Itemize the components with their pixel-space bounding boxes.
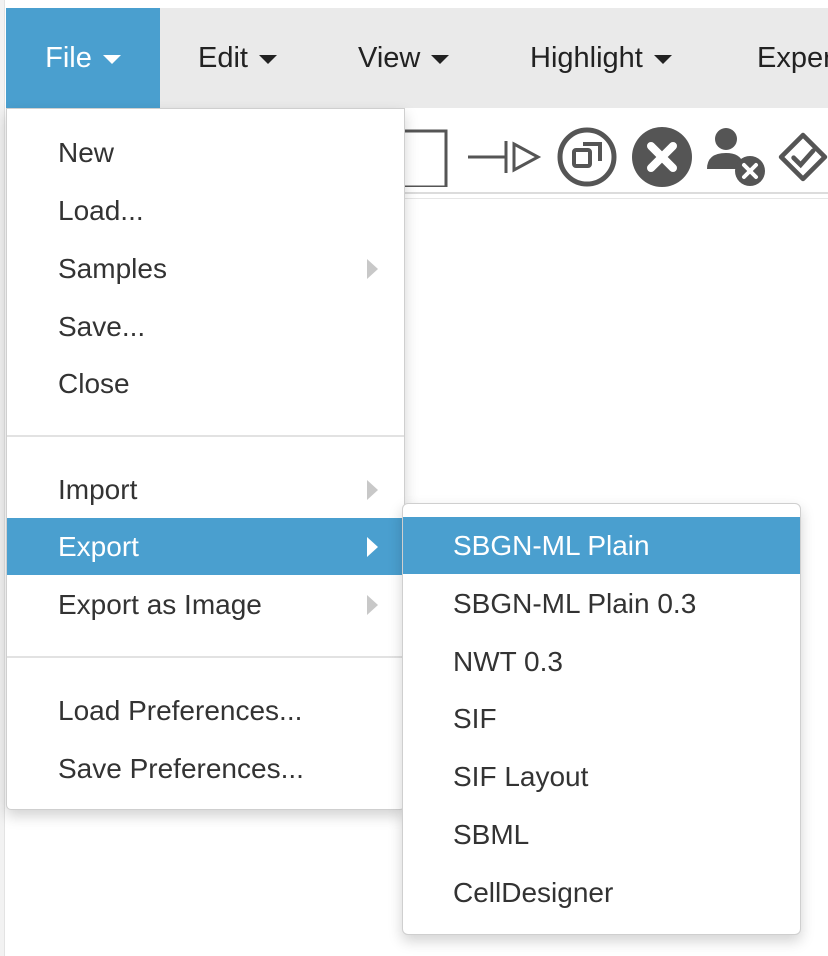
toolbar-border-secondary <box>400 198 828 199</box>
submenu-item-label: SIF Layout <box>453 760 589 792</box>
submenu-item-sif[interactable]: SIF <box>403 690 800 747</box>
submenu-arrow-icon <box>367 594 378 615</box>
file-menu-dropdown: New Load... Samples Save... Close Import… <box>6 108 405 810</box>
toolbar-border <box>400 192 828 194</box>
menu-highlight-label: Highlight <box>530 41 643 74</box>
menu-item-load-preferences[interactable]: Load Preferences... <box>7 682 404 739</box>
menu-item-label: Close <box>58 367 130 399</box>
menu-highlight[interactable]: Highlight <box>530 8 672 108</box>
menu-divider <box>7 435 404 437</box>
menu-item-label: Save... <box>58 310 146 342</box>
menu-divider <box>7 656 404 658</box>
caret-down-icon <box>653 55 672 64</box>
menu-item-label: Samples <box>58 252 167 284</box>
menu-file[interactable]: File <box>6 8 160 108</box>
submenu-item-celldesigner[interactable]: CellDesigner <box>403 864 800 921</box>
menu-item-label: Export as Image <box>58 588 262 620</box>
submenu-item-sif-layout[interactable]: SIF Layout <box>403 748 800 805</box>
inhibition-arrow-icon[interactable] <box>464 118 542 196</box>
menu-file-label: File <box>45 41 92 74</box>
submenu-arrow-icon <box>367 258 378 279</box>
submenu-item-nwt-03[interactable]: NWT 0.3 <box>403 633 800 690</box>
submenu-item-label: SIF <box>453 702 497 734</box>
menu-item-label: Save Preferences... <box>58 752 304 784</box>
validate-icon[interactable] <box>778 118 828 196</box>
menu-item-import[interactable]: Import <box>7 461 404 518</box>
menu-edit[interactable]: Edit <box>198 8 277 108</box>
menu-item-label: Import <box>58 473 138 505</box>
remove-user-icon[interactable] <box>704 118 768 196</box>
menu-item-label: Load Preferences... <box>58 694 303 726</box>
submenu-arrow-icon <box>367 479 378 500</box>
submenu-item-label: SBML <box>453 818 530 850</box>
menu-item-save[interactable]: Save... <box>7 298 404 355</box>
submenu-item-sbgn-ml-plain[interactable]: SBGN-ML Plain <box>403 517 800 574</box>
menu-view-label: View <box>358 41 421 74</box>
menu-item-export[interactable]: Export <box>7 518 404 575</box>
caret-down-icon <box>102 55 121 64</box>
resize-icon[interactable] <box>555 118 619 196</box>
window-left-edge <box>0 0 5 956</box>
menu-edit-label: Edit <box>198 41 248 74</box>
caret-down-icon <box>258 55 277 64</box>
menu-item-load[interactable]: Load... <box>7 182 404 239</box>
menu-item-samples[interactable]: Samples <box>7 240 404 297</box>
submenu-item-sbml[interactable]: SBML <box>403 806 800 863</box>
menu-item-label: New <box>58 136 115 168</box>
square-shape-icon[interactable] <box>400 118 450 196</box>
submenu-item-label: CellDesigner <box>453 876 614 908</box>
menu-experimental[interactable]: Exper <box>757 8 828 108</box>
submenu-item-label: NWT 0.3 <box>453 645 563 677</box>
menu-item-export-image[interactable]: Export as Image <box>7 576 404 633</box>
window-top-edge <box>0 0 828 4</box>
submenu-item-label: SBGN-ML Plain <box>453 529 650 561</box>
caret-down-icon <box>431 55 450 64</box>
delete-circle-icon[interactable] <box>630 118 694 196</box>
menubar: File Edit View Highlight Exper <box>6 8 828 108</box>
menu-item-label: Load... <box>58 194 144 226</box>
submenu-arrow-icon <box>367 536 378 557</box>
submenu-item-sbgn-ml-plain-03[interactable]: SBGN-ML Plain 0.3 <box>403 575 800 632</box>
submenu-item-label: SBGN-ML Plain 0.3 <box>453 587 697 619</box>
toolbar <box>400 118 828 196</box>
menu-item-close[interactable]: Close <box>7 355 404 412</box>
menu-view[interactable]: View <box>358 8 450 108</box>
menu-item-new[interactable]: New <box>7 124 404 181</box>
export-submenu: SBGN-ML Plain SBGN-ML Plain 0.3 NWT 0.3 … <box>402 503 801 935</box>
menu-item-label: Export <box>58 530 139 562</box>
menu-experimental-label: Exper <box>757 41 828 74</box>
menu-item-save-preferences[interactable]: Save Preferences... <box>7 740 404 797</box>
